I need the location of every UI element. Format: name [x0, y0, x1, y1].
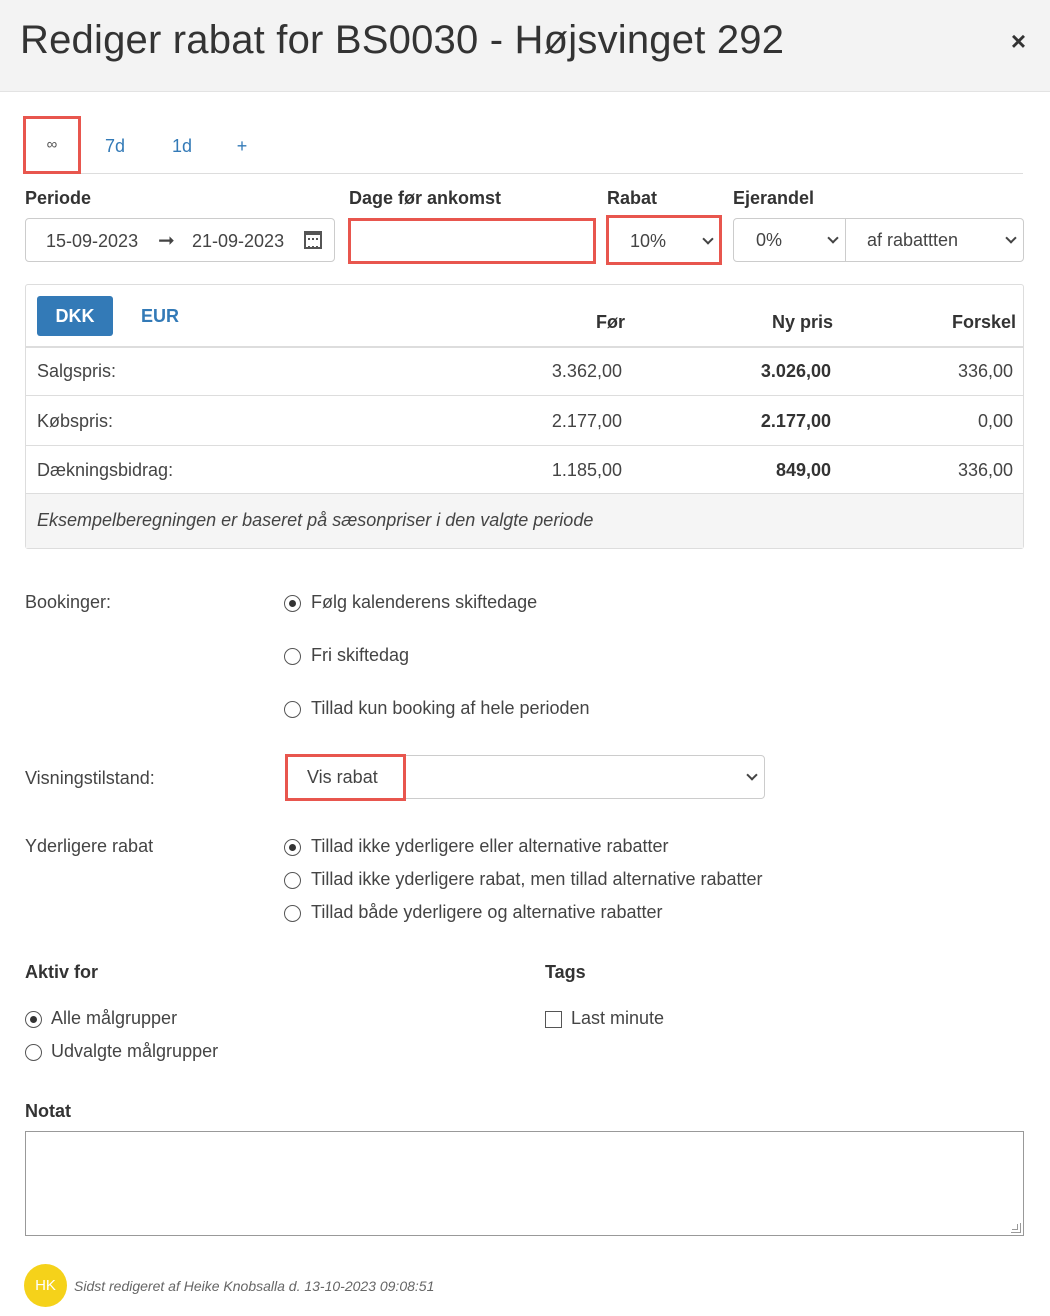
- radio-yderligere-both[interactable]: [284, 905, 301, 922]
- dage-input[interactable]: [348, 218, 596, 264]
- col-before: Før: [596, 312, 625, 332]
- tab-1d[interactable]: 1d: [170, 118, 194, 174]
- modal-title: Rediger rabat for BS0030 - Højsvinget 29…: [20, 18, 785, 62]
- visning-value: Vis rabat: [307, 767, 378, 787]
- tab-7d[interactable]: 7d: [103, 118, 127, 174]
- periode-label: Periode: [25, 188, 92, 208]
- dage-label: Dage før ankomst: [349, 188, 502, 208]
- ejerandel-basis-select[interactable]: af rabattten: [845, 218, 1024, 262]
- last-edited-text: Sidst redigeret af Heike Knobsalla d. 13…: [74, 1278, 435, 1294]
- bookinger-label: Bookinger:: [25, 592, 112, 612]
- rabat-value: 10%: [630, 231, 667, 251]
- radio-label: Udvalgte målgrupper: [51, 1041, 219, 1061]
- visning-label: Visningstilstand:: [25, 768, 155, 788]
- price-footnote: Eksempelberegningen er baseret på sæsonp…: [26, 494, 1023, 548]
- radio-yderligere-alternative[interactable]: [284, 872, 301, 889]
- radio-bookinger-free[interactable]: [284, 648, 301, 665]
- ejerandel-select[interactable]: 0%: [733, 218, 846, 262]
- radio-bookinger-follow[interactable]: [284, 595, 301, 612]
- radio-label: Tillad ikke yderligere eller alternative…: [311, 836, 669, 856]
- row-new: 849,00: [775, 460, 831, 480]
- checkbox-last-minute[interactable]: [545, 1011, 562, 1028]
- price-calculation-panel: DKK EUR Før Ny pris Forskel Salgspris: 3…: [25, 284, 1024, 549]
- date-range-field[interactable]: 15-09-2023 ➞ 21-09-2023: [25, 218, 335, 262]
- radio-yderligere-none[interactable]: [284, 839, 301, 856]
- tab-add[interactable]: +: [233, 118, 251, 174]
- chevron-down-icon: [1005, 232, 1017, 244]
- row-label: Dækningsbidrag:: [37, 460, 174, 480]
- arrow-right-icon: ➞: [158, 230, 175, 252]
- radio-label: Alle målgrupper: [51, 1008, 178, 1028]
- row-new: 2.177,00: [760, 411, 831, 431]
- row-before: 2.177,00: [551, 411, 622, 431]
- modal-header: Rediger rabat for BS0030 - Højsvinget 29…: [0, 0, 1050, 92]
- rabat-label: Rabat: [607, 188, 658, 208]
- calendar-icon[interactable]: [304, 231, 322, 249]
- chevron-down-icon: [746, 769, 758, 781]
- row-label: Købspris:: [37, 411, 114, 431]
- radio-label: Tillad kun booking af hele perioden: [311, 698, 590, 718]
- notat-textarea[interactable]: [25, 1131, 1024, 1236]
- row-diff: 336,00: [957, 361, 1013, 381]
- ejerandel-basis-value: af rabattten: [867, 230, 959, 250]
- chevron-down-icon: [827, 232, 839, 244]
- resize-handle-icon[interactable]: [1011, 1223, 1021, 1233]
- ejerandel-value: 0%: [756, 230, 783, 250]
- rabat-select[interactable]: 10%: [606, 215, 722, 265]
- tags-label: Tags: [545, 962, 586, 982]
- table-row: Dækningsbidrag: 1.185,00 849,00 336,00: [26, 446, 1023, 494]
- table-row: Salgspris: 3.362,00 3.026,00 336,00: [26, 347, 1023, 396]
- avatar: HK: [24, 1264, 67, 1307]
- row-diff: 0,00: [977, 411, 1013, 431]
- currency-eur-button[interactable]: EUR: [141, 306, 179, 327]
- row-label: Salgspris:: [37, 361, 117, 381]
- tab-infinite[interactable]: ∞: [23, 116, 81, 174]
- close-icon[interactable]: ×: [1011, 28, 1026, 54]
- radio-aktiv-selected[interactable]: [25, 1044, 42, 1061]
- chevron-down-icon: [702, 233, 714, 245]
- row-diff: 336,00: [957, 460, 1013, 480]
- radio-label: Tillad ikke yderligere rabat, men tillad…: [311, 869, 763, 889]
- radio-label: Fri skiftedag: [311, 645, 410, 665]
- radio-aktiv-all[interactable]: [25, 1011, 42, 1028]
- col-new-price: Ny pris: [772, 312, 834, 332]
- radio-label: Tillad både yderligere og alternative ra…: [311, 902, 663, 922]
- radio-bookinger-whole[interactable]: [284, 701, 301, 718]
- aktiv-label: Aktiv for: [25, 962, 99, 982]
- table-row: Købspris: 2.177,00 2.177,00 0,00: [26, 397, 1023, 446]
- date-to[interactable]: 21-09-2023: [192, 231, 284, 252]
- row-before: 1.185,00: [551, 460, 622, 480]
- notat-label: Notat: [25, 1101, 71, 1121]
- visning-select[interactable]: Vis rabat: [285, 754, 765, 801]
- period-tabs: ∞ 7d 1d +: [23, 116, 1023, 174]
- row-new: 3.026,00: [760, 361, 831, 381]
- radio-label: Følg kalenderens skiftedage: [311, 592, 538, 612]
- yderligere-label: Yderligere rabat: [25, 836, 154, 856]
- ejerandel-label: Ejerandel: [733, 188, 815, 208]
- date-from[interactable]: 15-09-2023: [46, 231, 138, 252]
- row-before: 3.362,00: [551, 361, 622, 381]
- checkbox-label: Last minute: [571, 1008, 665, 1028]
- currency-dkk-button[interactable]: DKK: [37, 296, 113, 336]
- col-difference: Forskel: [952, 312, 1017, 332]
